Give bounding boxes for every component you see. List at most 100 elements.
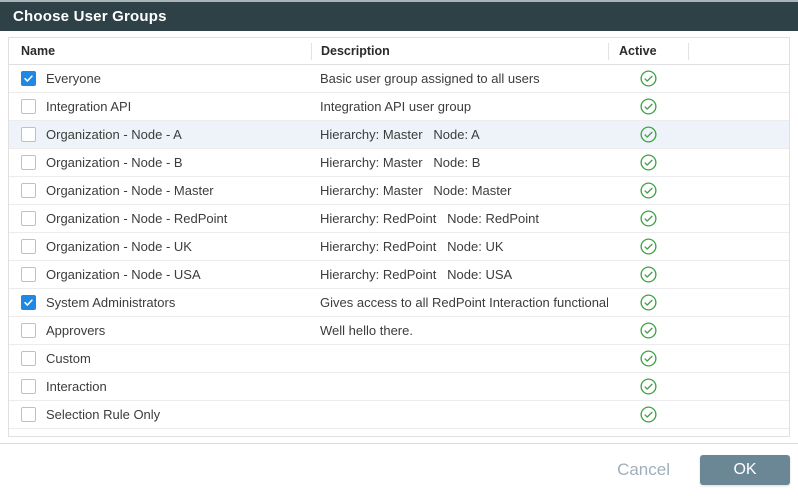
table-row[interactable]: Selection Rule Only <box>9 401 789 429</box>
group-name-label: Integration API <box>46 99 131 114</box>
name-cell: Approvers <box>9 323 311 338</box>
column-header-empty <box>688 43 789 60</box>
name-cell: Organization - Node - UK <box>9 239 311 254</box>
row-checkbox[interactable] <box>21 127 36 142</box>
table-row[interactable]: Organization - Node - UK Hierarchy: RedP… <box>9 233 789 261</box>
group-description-label: Hierarchy: RedPoint Node: UK <box>311 239 608 254</box>
check-circle-icon <box>640 322 657 339</box>
name-cell: Organization - Node - B <box>9 155 311 170</box>
active-cell <box>608 182 688 199</box>
group-name-label: System Administrators <box>46 295 175 310</box>
active-cell <box>608 154 688 171</box>
group-name-label: Organization - Node - B <box>46 155 183 170</box>
check-circle-icon <box>640 266 657 283</box>
column-header-name: Name <box>9 43 311 60</box>
dialog-titlebar: Choose User Groups <box>0 0 798 31</box>
row-checkbox[interactable] <box>21 239 36 254</box>
table-body: Everyone Basic user group assigned to al… <box>9 65 789 429</box>
active-cell <box>608 294 688 311</box>
group-description-label: Hierarchy: Master Node: Master <box>311 183 608 198</box>
check-circle-icon <box>640 406 657 423</box>
name-cell: Selection Rule Only <box>9 407 311 422</box>
dialog-footer: Cancel OK <box>0 444 798 496</box>
name-cell: Organization - Node - USA <box>9 267 311 282</box>
check-circle-icon <box>640 126 657 143</box>
check-circle-icon <box>640 154 657 171</box>
table-row[interactable]: Organization - Node - A Hierarchy: Maste… <box>9 121 789 149</box>
row-checkbox[interactable] <box>21 71 36 86</box>
active-cell <box>608 210 688 227</box>
table-row[interactable]: Everyone Basic user group assigned to al… <box>9 65 789 93</box>
group-description-label: Hierarchy: Master Node: B <box>311 155 608 170</box>
name-cell: Organization - Node - Master <box>9 183 311 198</box>
group-name-label: Selection Rule Only <box>46 407 160 422</box>
dialog-title: Choose User Groups <box>13 8 167 25</box>
column-header-description: Description <box>311 43 608 60</box>
name-cell: Organization - Node - RedPoint <box>9 211 311 226</box>
active-cell <box>608 70 688 87</box>
group-description-label: Basic user group assigned to all users <box>311 71 608 86</box>
name-cell: Custom <box>9 351 311 366</box>
name-cell: Interaction <box>9 379 311 394</box>
table-row[interactable]: Integration API Integration API user gro… <box>9 93 789 121</box>
table-row[interactable]: Approvers Well hello there. <box>9 317 789 345</box>
row-checkbox[interactable] <box>21 183 36 198</box>
table-row[interactable]: Organization - Node - B Hierarchy: Maste… <box>9 149 789 177</box>
check-circle-icon <box>640 350 657 367</box>
table-row[interactable]: Organization - Node - Master Hierarchy: … <box>9 177 789 205</box>
row-checkbox[interactable] <box>21 267 36 282</box>
group-description-label: Integration API user group <box>311 99 608 114</box>
row-checkbox[interactable] <box>21 99 36 114</box>
active-cell <box>608 126 688 143</box>
user-groups-table: Name Description Active Everyone Basic u… <box>8 37 790 437</box>
row-checkbox[interactable] <box>21 295 36 310</box>
table-row[interactable]: System Administrators Gives access to al… <box>9 289 789 317</box>
row-checkbox[interactable] <box>21 379 36 394</box>
cancel-button[interactable]: Cancel <box>615 456 672 484</box>
row-checkbox[interactable] <box>21 155 36 170</box>
column-header-active: Active <box>608 43 688 60</box>
name-cell: Everyone <box>9 71 311 86</box>
group-name-label: Organization - Node - UK <box>46 239 192 254</box>
check-circle-icon <box>640 238 657 255</box>
active-cell <box>608 406 688 423</box>
active-cell <box>608 98 688 115</box>
name-cell: Organization - Node - A <box>9 127 311 142</box>
checkmark-icon <box>23 297 34 308</box>
group-name-label: Organization - Node - RedPoint <box>46 211 227 226</box>
check-circle-icon <box>640 98 657 115</box>
name-cell: System Administrators <box>9 295 311 310</box>
row-checkbox[interactable] <box>21 211 36 226</box>
group-description-label: Gives access to all RedPoint Interaction… <box>311 295 608 310</box>
group-name-label: Approvers <box>46 323 105 338</box>
table-header-row: Name Description Active <box>9 38 789 65</box>
choose-user-groups-dialog: Choose User Groups Name Description Acti… <box>0 0 798 496</box>
group-name-label: Organization - Node - A <box>46 127 182 142</box>
table-row[interactable]: Organization - Node - USA Hierarchy: Red… <box>9 261 789 289</box>
group-name-label: Custom <box>46 351 91 366</box>
ok-button[interactable]: OK <box>700 455 790 485</box>
check-circle-icon <box>640 294 657 311</box>
active-cell <box>608 322 688 339</box>
group-description-label: Hierarchy: Master Node: A <box>311 127 608 142</box>
active-cell <box>608 238 688 255</box>
table-row[interactable]: Organization - Node - RedPoint Hierarchy… <box>9 205 789 233</box>
group-description-label: Hierarchy: RedPoint Node: USA <box>311 267 608 282</box>
name-cell: Integration API <box>9 99 311 114</box>
active-cell <box>608 378 688 395</box>
row-checkbox[interactable] <box>21 323 36 338</box>
active-cell <box>608 266 688 283</box>
check-circle-icon <box>640 70 657 87</box>
row-checkbox[interactable] <box>21 351 36 366</box>
active-cell <box>608 350 688 367</box>
checkmark-icon <box>23 73 34 84</box>
group-description-label: Well hello there. <box>311 323 608 338</box>
group-description-label: Hierarchy: RedPoint Node: RedPoint <box>311 211 608 226</box>
check-circle-icon <box>640 182 657 199</box>
check-circle-icon <box>640 210 657 227</box>
row-checkbox[interactable] <box>21 407 36 422</box>
table-row[interactable]: Custom <box>9 345 789 373</box>
table-row[interactable]: Interaction <box>9 373 789 401</box>
group-name-label: Organization - Node - Master <box>46 183 214 198</box>
check-circle-icon <box>640 378 657 395</box>
